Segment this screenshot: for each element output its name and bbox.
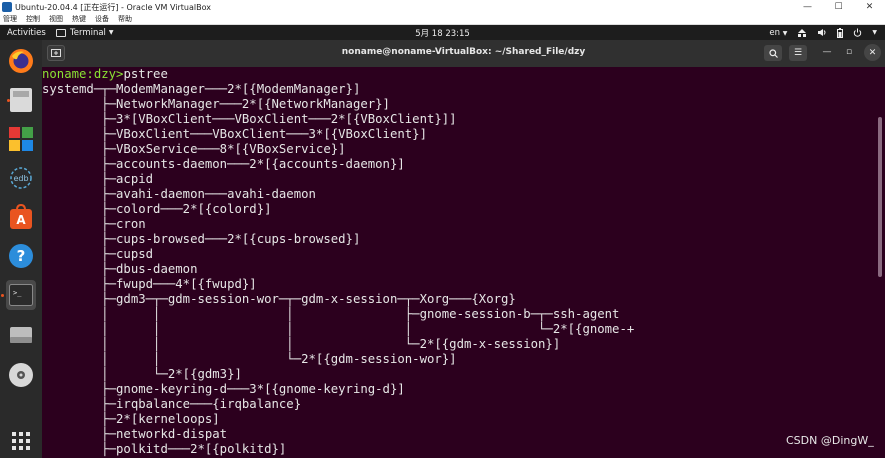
prompt: noname:dzy> xyxy=(42,67,124,81)
terminal-close-button[interactable]: ✕ xyxy=(864,44,881,61)
system-tray[interactable]: en ▼ ▼ xyxy=(769,25,877,40)
terminal-output[interactable]: noname:dzy>pstree systemd─┬─ModemManager… xyxy=(42,67,875,458)
search-icon xyxy=(768,48,778,58)
volume-icon xyxy=(818,29,826,36)
scrollbar-thumb[interactable] xyxy=(878,117,882,277)
battery-icon xyxy=(837,27,844,38)
files-icon xyxy=(10,88,32,112)
output-line: ├─accounts-daemon───2*[{accounts-daemon}… xyxy=(42,157,405,171)
output-line: ├─cups-browsed───2*[{cups-browsed}] xyxy=(42,232,361,246)
dock-dvd[interactable] xyxy=(6,360,36,390)
output-line: │ │ │ └─2*[{gdm-x-session}] xyxy=(42,337,561,351)
terminal-minimize-button[interactable]: — xyxy=(821,47,833,57)
app-menu-label: Terminal xyxy=(70,27,106,38)
maximize-button[interactable]: ☐ xyxy=(823,0,854,14)
output-line: ├─gnome-keyring-d───3*[{gnome-keyring-d}… xyxy=(42,382,405,396)
clock-container: 5月 18 23:15 xyxy=(0,27,885,39)
terminal-title: noname@noname-VirtualBox: ~/Shared_File/… xyxy=(341,47,586,57)
gnome-top-bar: 5月 18 23:15 Activities Terminal ▼ en ▼ ▼ xyxy=(0,25,885,40)
output-line: ├─avahi-daemon───avahi-daemon xyxy=(42,187,316,201)
output-line: ├─networkd-dispat xyxy=(42,427,228,441)
dock-disk[interactable] xyxy=(6,320,36,350)
window-title: Ubuntu-20.04.4 [正在运行] - Oracle VM Virtua… xyxy=(15,2,211,12)
menu-control[interactable]: 控制 xyxy=(26,14,40,24)
menu-view[interactable]: 视图 xyxy=(49,14,63,24)
hamburger-menu-button[interactable]: ☰ xyxy=(789,45,807,61)
terminal-maximize-button[interactable]: ▫ xyxy=(843,47,855,57)
output-line: ├─gdm3─┬─gdm-session-wor─┬─gdm-x-session… xyxy=(42,292,516,306)
vbox-titlebar: Ubuntu-20.04.4 [正在运行] - Oracle VM Virtua… xyxy=(0,0,885,14)
menu-devices[interactable]: 设备 xyxy=(95,14,109,24)
output-line: │ │ │ │ └─2*[{gnome-+ xyxy=(42,322,635,336)
clock[interactable]: 5月 18 23:15 xyxy=(415,29,470,39)
output-line: ├─irqbalance───{irqbalance} xyxy=(42,397,302,411)
app-menu[interactable]: Terminal ▼ xyxy=(56,28,114,38)
dock-ubuntu-software[interactable]: A xyxy=(6,202,36,232)
dock-show-apps[interactable] xyxy=(6,426,36,456)
dock-firefox[interactable] xyxy=(6,46,36,76)
output-line: ├─polkitd───2*[{polkitd}] xyxy=(42,442,287,456)
software-icon xyxy=(9,127,33,151)
dock-help[interactable]: ? xyxy=(6,241,36,271)
terminal-headerbar: noname@noname-VirtualBox: ~/Shared_File/… xyxy=(42,40,885,67)
svg-text:?: ? xyxy=(17,247,26,265)
search-button[interactable] xyxy=(764,45,782,61)
svg-text:>_: >_ xyxy=(13,289,22,297)
output-line: systemd─┬─ModemManager───2*[{ModemManage… xyxy=(42,82,361,96)
caret-down-icon: ▼ xyxy=(872,29,877,36)
dock-software[interactable] xyxy=(6,124,36,154)
terminal-scrollbar[interactable] xyxy=(875,67,885,458)
watermark: CSDN @DingW_ xyxy=(786,434,874,447)
output-line: ├─acpid xyxy=(42,172,154,186)
prompt-line: noname:dzy>pstree xyxy=(42,67,168,82)
menu-help[interactable]: 帮助 xyxy=(118,14,132,24)
output-line: ├─VBoxClient───VBoxClient───3*[{VBoxClie… xyxy=(42,127,427,141)
output-line: │ │ └─2*[{gdm-session-wor}] xyxy=(42,352,457,366)
svg-text:edb: edb xyxy=(13,174,28,183)
running-indicator xyxy=(7,99,10,102)
dock-edb[interactable]: edb xyxy=(6,163,36,193)
output-line: ├─NetworkManager───2*[{NetworkManager}] xyxy=(42,97,390,111)
minimize-button[interactable]: — xyxy=(792,0,823,14)
output-line: ├─3*[VBoxClient───VBoxClient───2*[{VBoxC… xyxy=(42,112,457,126)
help-icon: ? xyxy=(9,244,33,268)
ubuntu-software-icon: A xyxy=(10,204,32,229)
caret-down-icon: ▼ xyxy=(108,29,114,36)
power-icon xyxy=(854,28,862,37)
output-line: ├─dbus-daemon xyxy=(42,262,198,276)
output-line: │ │ │ ├─gnome-session-b─┬─ssh-agent xyxy=(42,307,620,321)
hamburger-icon: ☰ xyxy=(793,48,803,58)
dock-files[interactable] xyxy=(6,85,36,115)
input-method-indicator[interactable]: en ▼ xyxy=(769,28,787,38)
terminal-small-icon xyxy=(56,28,66,37)
output-line: ├─cron xyxy=(42,217,146,231)
disk-icon xyxy=(10,327,32,343)
dvd-icon xyxy=(9,363,33,387)
menu-manage[interactable]: 管理 xyxy=(3,14,17,24)
network-icon xyxy=(798,29,807,37)
output-line: ├─VBoxService───8*[{VBoxService}] xyxy=(42,142,346,156)
output-line: ├─colord───2*[{colord}] xyxy=(42,202,272,216)
output-line: ├─2*[kerneloops] xyxy=(42,412,220,426)
dock: edb A ? >_ xyxy=(0,40,42,458)
output-line: │ └─2*[{gdm3}] xyxy=(42,367,242,381)
output-line: ├─cupsd xyxy=(42,247,154,261)
terminal-icon: >_ xyxy=(9,284,33,306)
window-controls: — ☐ ✕ xyxy=(792,0,885,14)
svg-text:A: A xyxy=(16,213,26,227)
firefox-icon xyxy=(9,49,33,73)
dock-terminal[interactable]: >_ xyxy=(1,280,36,310)
command: pstree xyxy=(123,67,168,81)
virtualbox-icon xyxy=(2,2,12,12)
edb-icon: edb xyxy=(10,167,32,189)
show-apps-icon xyxy=(12,432,30,450)
menu-hotkeys[interactable]: 热键 xyxy=(72,14,86,24)
vbox-menubar: 管理 控制 视图 热键 设备 帮助 xyxy=(0,14,885,25)
running-indicator xyxy=(1,294,4,297)
output-line: ├─fwupd───4*[{fwupd}] xyxy=(42,277,257,291)
close-button[interactable]: ✕ xyxy=(854,0,885,14)
activities-button[interactable]: Activities xyxy=(0,28,56,38)
